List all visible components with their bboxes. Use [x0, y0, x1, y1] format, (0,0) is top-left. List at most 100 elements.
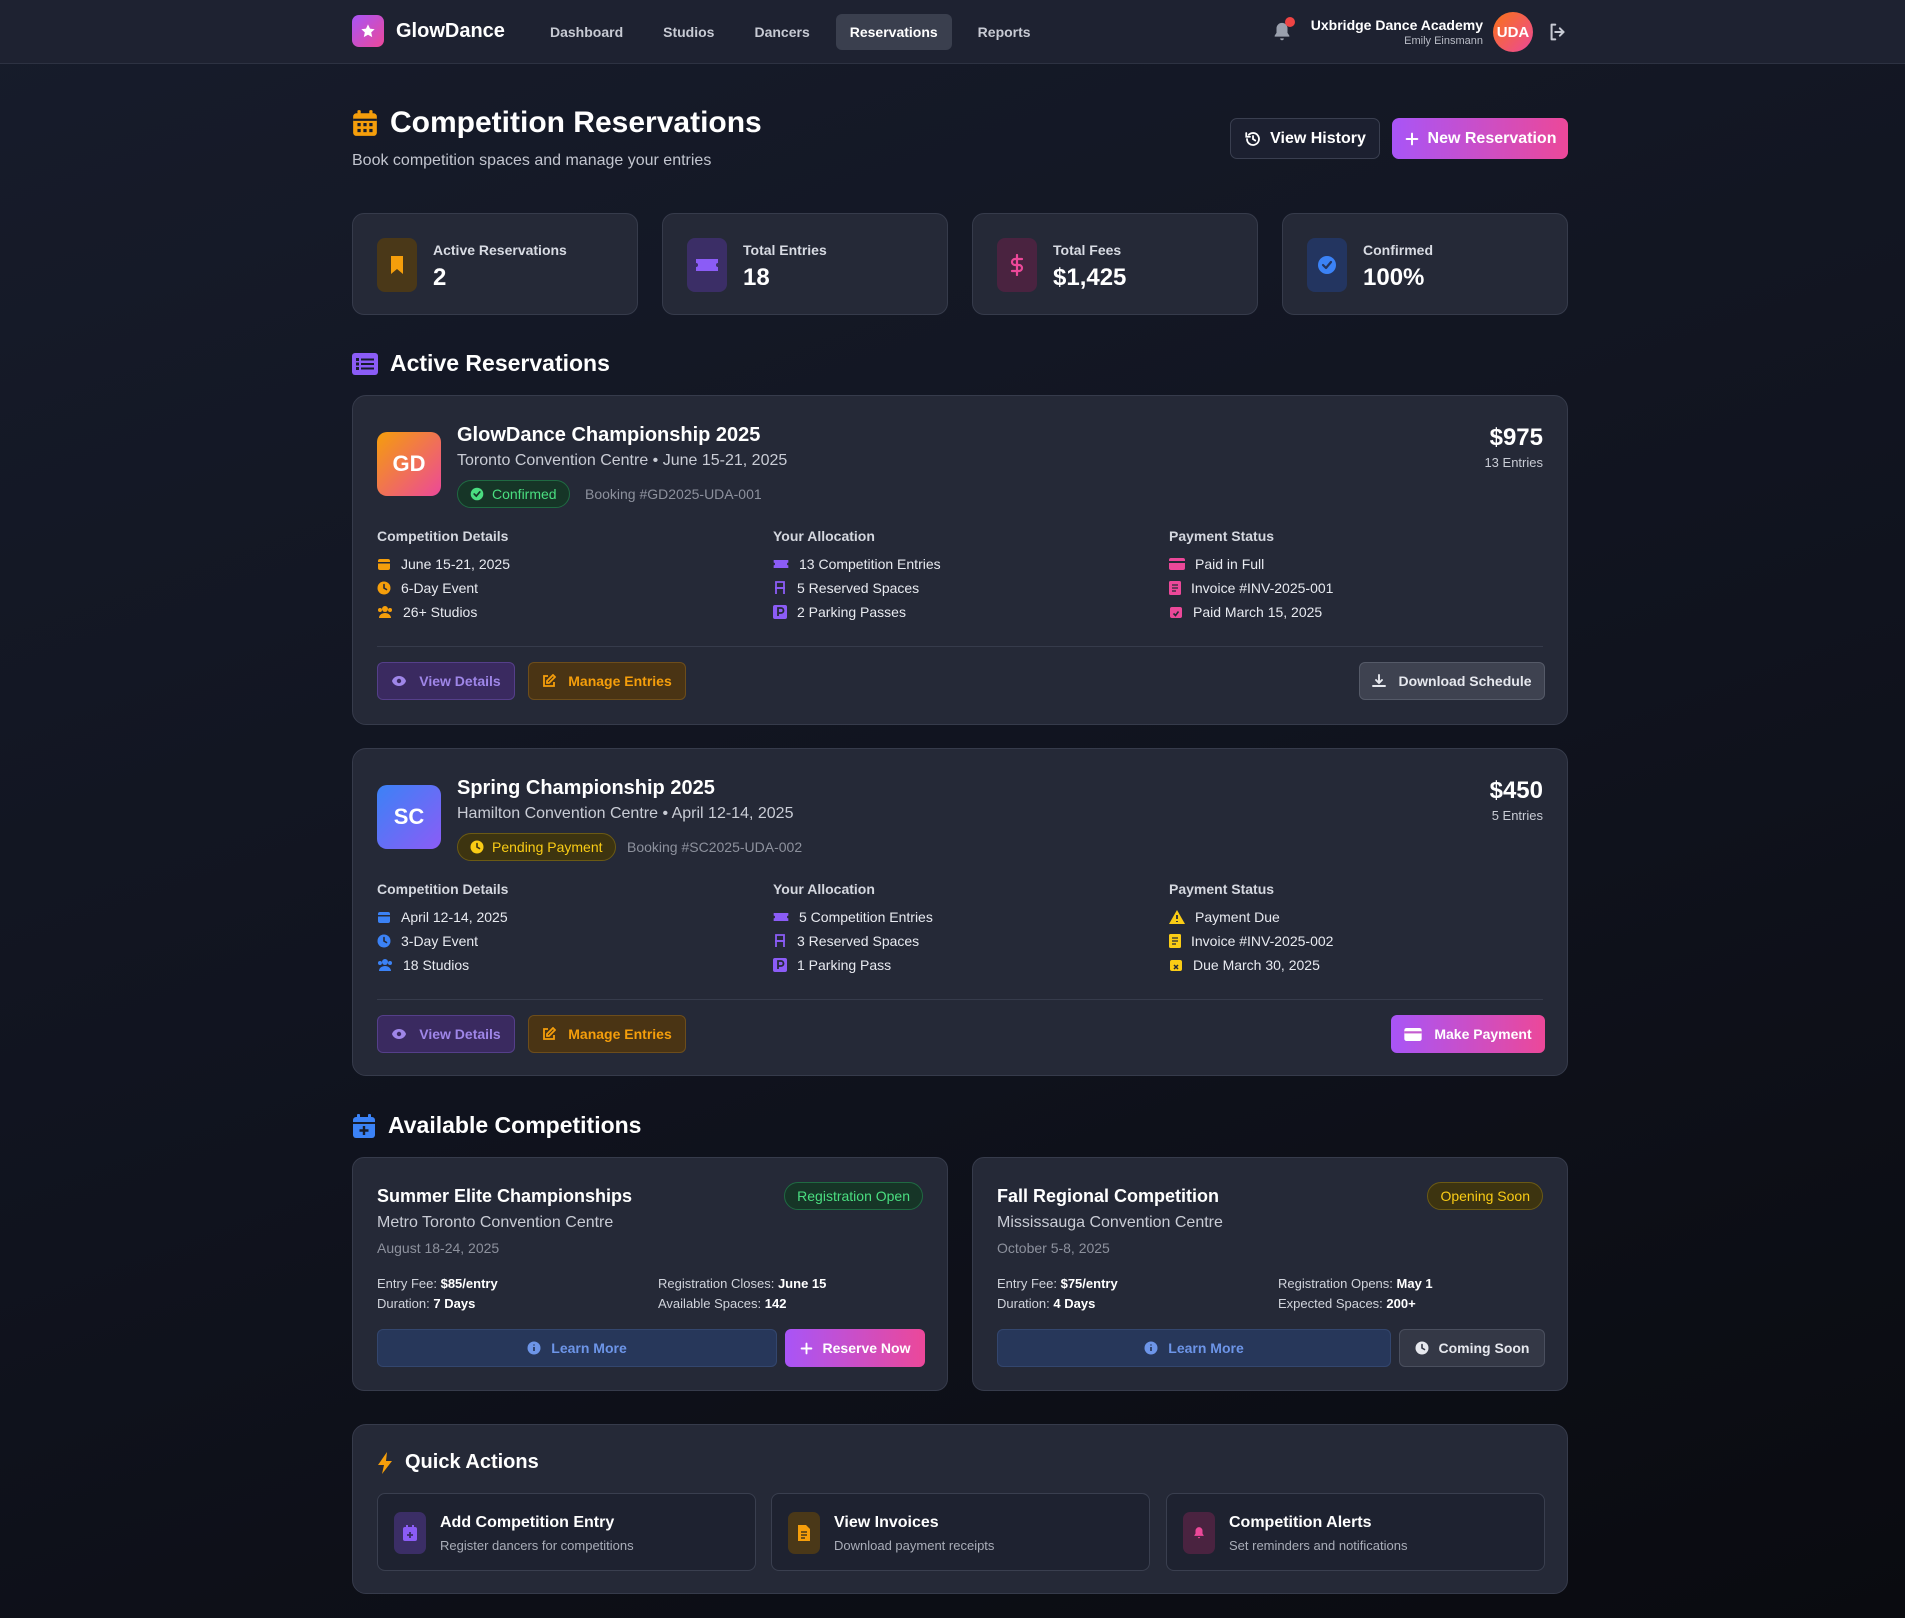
- quick-actions-panel: Quick Actions Add Competition Entry Regi…: [352, 1424, 1568, 1594]
- avatar[interactable]: UDA: [1493, 12, 1533, 52]
- make-payment-button[interactable]: Make Payment: [1391, 1015, 1545, 1053]
- detail-text: 6-Day Event: [401, 580, 479, 596]
- clock-icon: [377, 934, 391, 948]
- list-icon: [352, 352, 378, 375]
- manage-entries-button[interactable]: Manage Entries: [528, 662, 686, 700]
- stat-total-fees: Total Fees $1,425: [972, 213, 1258, 315]
- your-allocation: Your Allocation 5 Competition Entries 3 …: [773, 881, 933, 977]
- section-title: Available Competitions: [388, 1112, 642, 1138]
- nav-links: Dashboard Studios Dancers Reservations R…: [536, 14, 1057, 50]
- registration-badge: Opening Soon: [1427, 1182, 1543, 1210]
- users-icon: [378, 606, 392, 618]
- column-title: Your Allocation: [773, 881, 875, 897]
- allocation-text: 5 Competition Entries: [799, 909, 933, 925]
- allocation-text: 13 Competition Entries: [799, 556, 941, 572]
- page-title: Competition Reservations: [390, 106, 762, 139]
- view-details-label: View Details: [419, 673, 501, 689]
- detail-text: June 15-21, 2025: [401, 556, 510, 572]
- view-details-button[interactable]: View Details: [377, 662, 515, 700]
- manage-entries-button[interactable]: Manage Entries: [528, 1015, 686, 1053]
- edit-icon: [543, 1027, 557, 1040]
- payment-status: Payment Status Payment Due Invoice #INV-…: [1169, 881, 1333, 977]
- eye-icon: [392, 1029, 407, 1039]
- notification-bell-icon[interactable]: [1271, 17, 1295, 44]
- users-icon: [378, 959, 392, 971]
- payment-text: Invoice #INV-2025-002: [1191, 933, 1334, 949]
- duration-label: Duration:: [997, 1296, 1050, 1311]
- nav-dancers[interactable]: Dancers: [740, 14, 823, 50]
- top-nav: GlowDance Dashboard Studios Dancers Rese…: [0, 0, 1905, 64]
- nav-reports[interactable]: Reports: [964, 14, 1045, 50]
- stat-value: 2: [433, 264, 447, 291]
- entry-fee-label: Entry Fee:: [997, 1276, 1057, 1291]
- nav-dashboard[interactable]: Dashboard: [536, 14, 637, 50]
- quick-action-view-invoices[interactable]: View Invoices Download payment receipts: [771, 1493, 1150, 1571]
- new-reservation-label: New Reservation: [1427, 129, 1557, 147]
- competition-card: Summer Elite Championships Metro Toronto…: [352, 1157, 948, 1391]
- download-icon: [1372, 674, 1387, 687]
- download-schedule-button[interactable]: Download Schedule: [1359, 662, 1545, 700]
- brand-logo[interactable]: GlowDance: [352, 15, 505, 47]
- competition-dates: October 5-8, 2025: [997, 1240, 1110, 1256]
- allocation-item: 3 Reserved Spaces: [773, 929, 933, 953]
- info-icon: [1144, 1341, 1158, 1355]
- new-reservation-button[interactable]: New Reservation: [1392, 118, 1568, 159]
- column-title: Competition Details: [377, 528, 509, 544]
- quick-action-name: Competition Alerts: [1229, 1514, 1372, 1531]
- reservation-name: GlowDance Championship 2025: [457, 424, 761, 446]
- quick-action-competition-alerts[interactable]: Competition Alerts Set reminders and not…: [1166, 1493, 1545, 1571]
- lightning-icon: [378, 1451, 392, 1474]
- duration: Duration: 7 Days: [377, 1296, 475, 1311]
- stat-value: 100%: [1363, 264, 1425, 291]
- dollar-icon: [997, 238, 1037, 292]
- reservation-amount: $975: [1489, 424, 1543, 451]
- check-circle-icon: [470, 487, 484, 501]
- competition-name: Fall Regional Competition: [997, 1186, 1220, 1206]
- competition-venue: Metro Toronto Convention Centre: [377, 1214, 614, 1231]
- quick-action-add-entry[interactable]: Add Competition Entry Register dancers f…: [377, 1493, 756, 1571]
- logout-icon[interactable]: [1547, 21, 1569, 43]
- credit-card-icon: [1404, 1027, 1423, 1041]
- quick-action-desc: Download payment receipts: [834, 1538, 995, 1553]
- stat-active-reservations: Active Reservations 2: [352, 213, 638, 315]
- user-info[interactable]: Uxbridge Dance Academy Emily Einsmann: [1311, 17, 1483, 47]
- page-title-row: Competition Reservations: [352, 106, 762, 140]
- competition-name: Summer Elite Championships: [377, 1186, 633, 1206]
- competition-venue: Mississauga Convention Centre: [997, 1214, 1223, 1231]
- coming-soon-button[interactable]: Coming Soon: [1399, 1329, 1545, 1367]
- duration: Duration: 4 Days: [997, 1296, 1095, 1311]
- allocation-text: 3 Reserved Spaces: [797, 933, 920, 949]
- stat-value: $1,425: [1053, 264, 1127, 291]
- nav-reservations[interactable]: Reservations: [835, 14, 952, 50]
- calendar-plus-icon: [353, 1113, 375, 1138]
- column-title: Payment Status: [1169, 881, 1275, 897]
- parking-icon: [773, 605, 787, 619]
- reservation-entries: 13 Entries: [1484, 455, 1543, 470]
- reservation-name: Spring Championship 2025: [457, 777, 715, 799]
- reservation-amount: $450: [1489, 777, 1543, 804]
- detail-text: 18 Studios: [403, 957, 470, 973]
- entry-fee-value: $75/entry: [1060, 1276, 1118, 1291]
- view-details-button[interactable]: View Details: [377, 1015, 515, 1053]
- reservation-location: Hamilton Convention Centre • April 12-14…: [457, 805, 794, 822]
- registration-label: Registration Opens:: [1278, 1276, 1393, 1291]
- status-badge: Pending Payment: [457, 833, 616, 861]
- reservation-card: GD GlowDance Championship 2025 Toronto C…: [352, 395, 1568, 725]
- reserve-now-button[interactable]: Reserve Now: [785, 1329, 925, 1367]
- nav-studios[interactable]: Studios: [649, 14, 728, 50]
- column-title: Competition Details: [377, 881, 509, 897]
- parking-icon: [773, 958, 787, 972]
- ticket-icon: [687, 238, 727, 292]
- learn-more-button[interactable]: Learn More: [997, 1329, 1391, 1367]
- history-icon: [1245, 131, 1261, 146]
- learn-more-button[interactable]: Learn More: [377, 1329, 777, 1367]
- entry-fee: Entry Fee: $75/entry: [997, 1276, 1118, 1291]
- reservation-logo: SC: [377, 785, 441, 849]
- notification-dot: [1284, 17, 1295, 27]
- status-label: Pending Payment: [492, 839, 603, 855]
- detail-text: 3-Day Event: [401, 933, 479, 949]
- view-history-button[interactable]: View History: [1230, 118, 1380, 159]
- entry-fee: Entry Fee: $85/entry: [377, 1276, 498, 1291]
- payment-item: Paid in Full: [1169, 552, 1333, 576]
- allocation-text: 2 Parking Passes: [797, 604, 906, 620]
